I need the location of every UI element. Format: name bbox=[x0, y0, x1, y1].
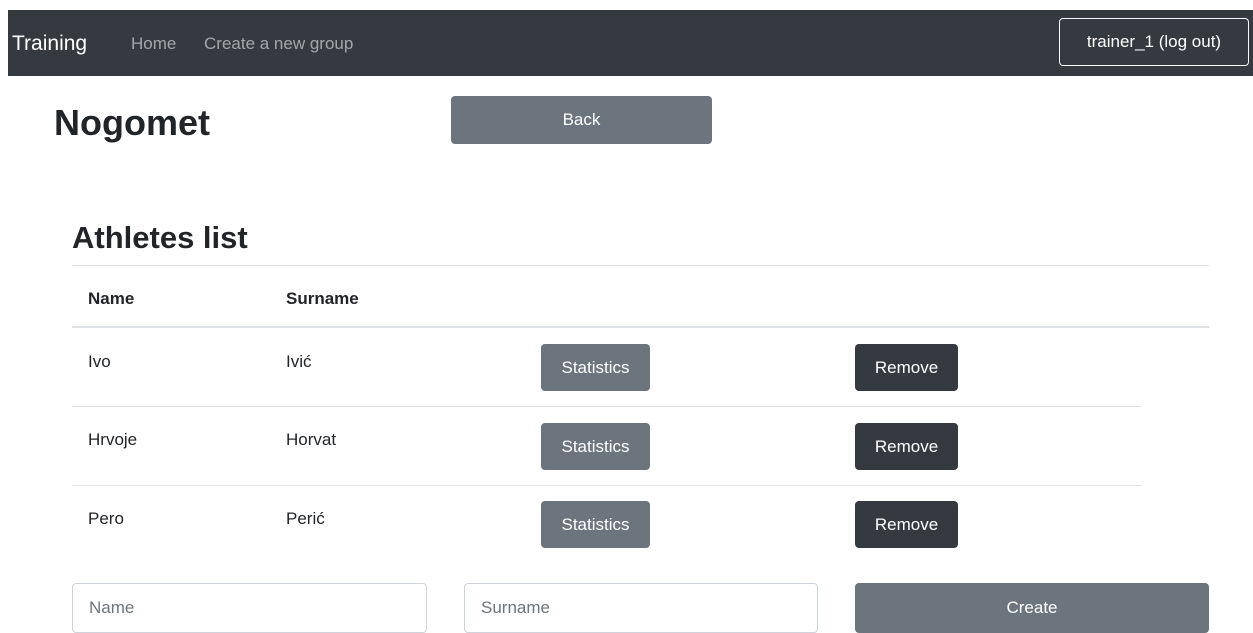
row-divider bbox=[72, 406, 1142, 407]
athletes-list-heading: Athletes list bbox=[72, 220, 248, 255]
surname-input[interactable] bbox=[464, 583, 818, 633]
statistics-button[interactable]: Statistics bbox=[541, 501, 650, 548]
statistics-button[interactable]: Statistics bbox=[541, 423, 650, 470]
logout-button[interactable]: trainer_1 (log out) bbox=[1059, 18, 1249, 66]
back-button[interactable]: Back bbox=[451, 96, 712, 144]
statistics-button[interactable]: Statistics bbox=[541, 344, 650, 391]
row-divider bbox=[72, 485, 1142, 486]
athlete-name: Pero bbox=[88, 509, 124, 528]
table-top-border bbox=[72, 265, 1209, 266]
column-header-name: Name bbox=[88, 289, 135, 308]
athlete-name: Hrvoje bbox=[88, 430, 138, 449]
create-button[interactable]: Create bbox=[855, 583, 1209, 633]
nav-link-home[interactable]: Home bbox=[131, 34, 176, 54]
page-title: Nogomet bbox=[54, 102, 210, 143]
top-navbar: Training Home Create a new group trainer… bbox=[8, 10, 1253, 76]
navbar-brand[interactable]: Training bbox=[12, 30, 87, 58]
table-header-border bbox=[72, 326, 1209, 328]
remove-button[interactable]: Remove bbox=[855, 501, 958, 548]
athlete-surname: Horvat bbox=[286, 430, 337, 449]
name-input[interactable] bbox=[72, 583, 427, 633]
nav-link-create-group[interactable]: Create a new group bbox=[204, 34, 353, 54]
athlete-surname: Perić bbox=[286, 509, 325, 528]
athlete-name: Ivo bbox=[88, 352, 111, 371]
athlete-surname: Ivić bbox=[286, 352, 312, 371]
remove-button[interactable]: Remove bbox=[855, 344, 958, 391]
remove-button[interactable]: Remove bbox=[855, 423, 958, 470]
column-header-surname: Surname bbox=[286, 289, 359, 308]
